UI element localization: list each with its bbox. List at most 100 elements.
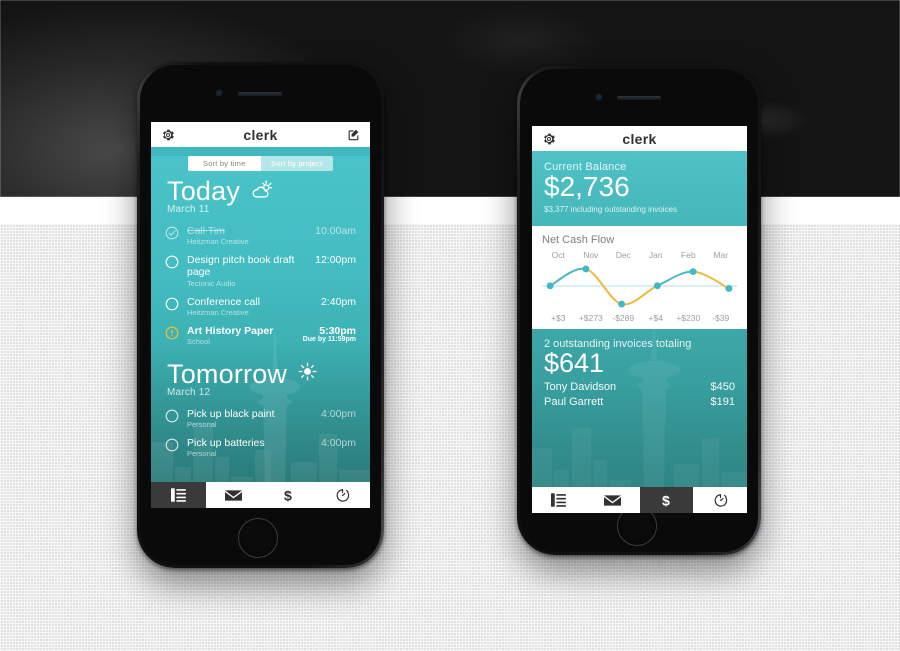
task-title: Pick up black paint: [187, 408, 275, 420]
chart-month-label: Oct: [551, 249, 565, 260]
net-cash-flow-card[interactable]: Net Cash Flow Oct Nov Dec Jan Feb Mar +$…: [532, 225, 747, 329]
partly-cloudy-icon: [251, 179, 273, 204]
mail-tab[interactable]: [586, 487, 640, 513]
gear-icon[interactable]: [541, 132, 557, 146]
invoice-name: Tony Davidson: [544, 381, 617, 394]
chart-value-label: +$230: [676, 312, 701, 323]
task-time: 4:00pm: [320, 437, 356, 450]
task-time: 2:40pm: [320, 295, 356, 308]
checkbox-empty-icon[interactable]: [165, 297, 179, 311]
task-row[interactable]: Pick up batteries Personal 4:00pm: [151, 433, 370, 462]
chart-month-label: Feb: [680, 249, 696, 260]
sort-by-project-button[interactable]: Sort by project: [260, 156, 333, 171]
task-row[interactable]: Conference call Heitzman Creative 2:40pm: [151, 292, 370, 321]
left-app-header: clerk: [151, 122, 370, 147]
front-camera-icon: [596, 94, 602, 100]
compose-icon[interactable]: [345, 128, 361, 141]
money-tab[interactable]: $: [261, 482, 316, 508]
task-time: 4:00pm: [320, 408, 356, 420]
task-project: Personal: [187, 449, 217, 459]
gear-icon[interactable]: [160, 128, 176, 142]
task-time: 10:00am: [315, 225, 356, 238]
tomorrow-title: Tomorrow: [167, 358, 288, 389]
background-photo: [0, 0, 900, 197]
task-project: School: [187, 336, 210, 346]
sunny-icon: [298, 362, 317, 386]
chart-value-label: +$273: [578, 312, 603, 323]
list-tab[interactable]: [151, 482, 206, 508]
earpiece-speaker: [617, 96, 661, 100]
money-screen-body: Current Balance $2,736 $3,377 including …: [532, 151, 747, 513]
right-app-header: clerk: [532, 126, 747, 151]
cash-flow-chart: Oct Nov Dec Jan Feb Mar +$3 +$273 -$289: [542, 250, 737, 323]
tomorrow-task-list: Pick up black paint Personal 4:00pm Pick…: [151, 404, 370, 462]
background-fabric-texture: [0, 224, 900, 651]
current-balance-block: Current Balance $2,736 $3,377 including …: [532, 151, 747, 226]
mail-tab[interactable]: [206, 482, 261, 508]
invoice-amount: $191: [710, 396, 735, 409]
chart-title: Net Cash Flow: [542, 233, 615, 246]
left-tab-bar: $: [151, 482, 370, 508]
checkbox-empty-icon[interactable]: [165, 409, 179, 423]
task-title: Call Tim: [187, 225, 225, 238]
list-tab[interactable]: [532, 487, 586, 513]
front-camera-icon: [216, 90, 222, 96]
sparkline-svg: [542, 265, 737, 308]
screenshot-stage: clerk Sort by time Sort by project Today…: [0, 0, 900, 651]
earpiece-speaker: [238, 92, 282, 96]
task-row[interactable]: Call Tim Heitzman Creative 10:00am: [151, 221, 370, 250]
chart-month-label: Nov: [583, 249, 599, 260]
sort-toggle[interactable]: Sort by time Sort by project: [188, 156, 333, 171]
task-due: Due by 11:59pm: [302, 335, 356, 343]
right-tab-bar: $: [532, 487, 747, 513]
task-project: Heitzman Creative: [187, 237, 249, 247]
alert-icon[interactable]: [165, 326, 179, 340]
chart-month-label: Mar: [713, 249, 729, 260]
chart-value-labels: +$3 +$273 -$289 +$4 +$230 -$39: [542, 313, 737, 323]
task-row[interactable]: Art History Paper School 5:30pm Due by 1…: [151, 321, 370, 350]
invoice-amount: $450: [710, 381, 735, 394]
left-phone-device: clerk Sort by time Sort by project Today…: [137, 62, 384, 568]
tomorrow-heading: Tomorrow March 12: [151, 350, 370, 398]
balance-subtext: $3,377 including outstanding invoices: [544, 204, 677, 214]
today-task-list: Call Tim Heitzman Creative 10:00am Desig…: [151, 221, 370, 349]
chart-value-label: -$39: [712, 312, 730, 323]
task-project: Tectonic Audio: [187, 278, 236, 288]
invoice-row[interactable]: Tony Davidson $450: [544, 381, 735, 393]
svg-text:$: $: [662, 493, 670, 508]
timer-tab[interactable]: [315, 482, 370, 508]
today-date: March 11: [167, 204, 210, 216]
chart-month-label: Jan: [648, 249, 663, 260]
task-row[interactable]: Design pitch book draft page Tectonic Au…: [151, 250, 370, 291]
left-phone-screen: clerk Sort by time Sort by project Today…: [151, 122, 370, 508]
checkbox-empty-icon[interactable]: [165, 438, 179, 452]
today-title: Today: [167, 176, 241, 206]
task-project: Personal: [187, 420, 217, 430]
svg-text:$: $: [284, 488, 292, 503]
chart-value-label: +$3: [551, 312, 566, 323]
today-screen-body: Sort by time Sort by project Today March…: [151, 156, 370, 508]
balance-amount: $2,736: [544, 171, 630, 202]
checkbox-checked-icon[interactable]: [165, 226, 179, 240]
task-row[interactable]: Pick up black paint Personal 4:00pm: [151, 404, 370, 433]
outstanding-invoices-block: 2 outstanding invoices totaling $641 Ton…: [532, 329, 747, 412]
task-title: Design pitch book draft page: [187, 254, 295, 279]
checkbox-empty-icon[interactable]: [165, 255, 179, 269]
task-time: 12:00pm: [315, 254, 356, 267]
app-title: clerk: [243, 126, 278, 143]
background-white-band: [0, 197, 900, 224]
chart-month-label: Dec: [615, 249, 631, 260]
money-tab[interactable]: $: [639, 487, 694, 513]
home-button[interactable]: [238, 518, 278, 558]
task-project: Heitzman Creative: [187, 307, 249, 317]
chart-value-label: -$289: [612, 312, 635, 323]
timer-tab[interactable]: [693, 487, 747, 513]
task-title: Conference call: [187, 295, 260, 308]
chart-value-label: +$4: [648, 312, 663, 323]
invoice-row[interactable]: Paul Garrett $191: [544, 396, 735, 408]
sort-by-time-button[interactable]: Sort by time: [188, 156, 261, 171]
invoices-total: $641: [544, 347, 605, 378]
task-title: Art History Paper: [187, 324, 274, 337]
right-phone-screen: clerk Current Balance $2,736 $3,377 incl…: [532, 126, 747, 513]
today-heading: Today March 11: [151, 171, 370, 215]
